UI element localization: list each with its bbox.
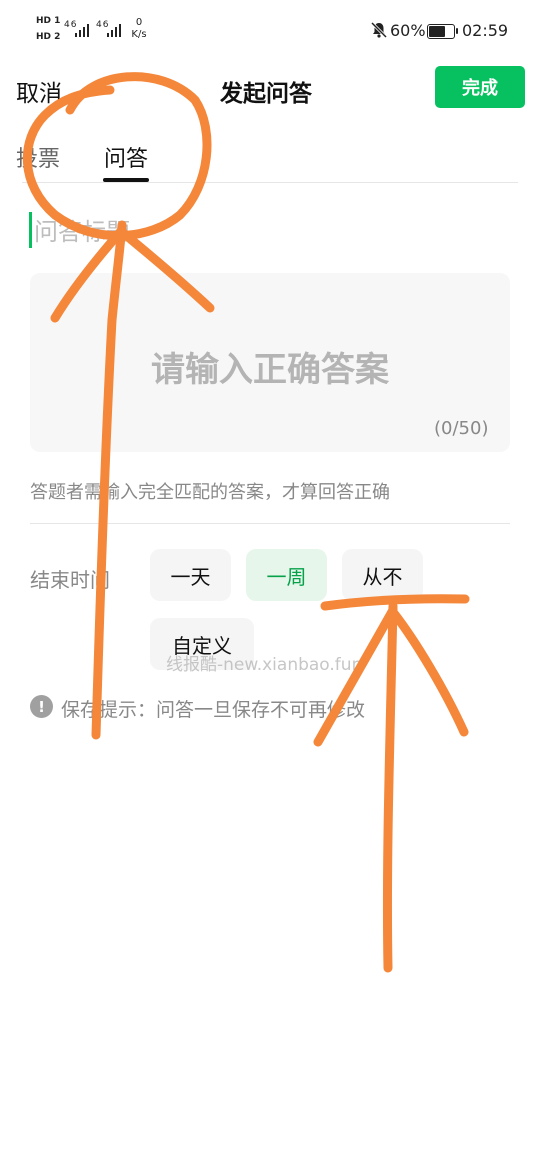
annotation-arrow-right-head-right xyxy=(388,607,469,737)
annotation-arrow-right-shaft xyxy=(382,601,398,973)
annotation-arrow-left-shaft xyxy=(91,220,127,740)
annotation-arrow-right-head-left xyxy=(313,605,398,747)
annotation-overlay xyxy=(22,72,470,973)
annotation-arrow-left-head-right xyxy=(117,227,215,313)
annotation-circle xyxy=(22,72,212,241)
